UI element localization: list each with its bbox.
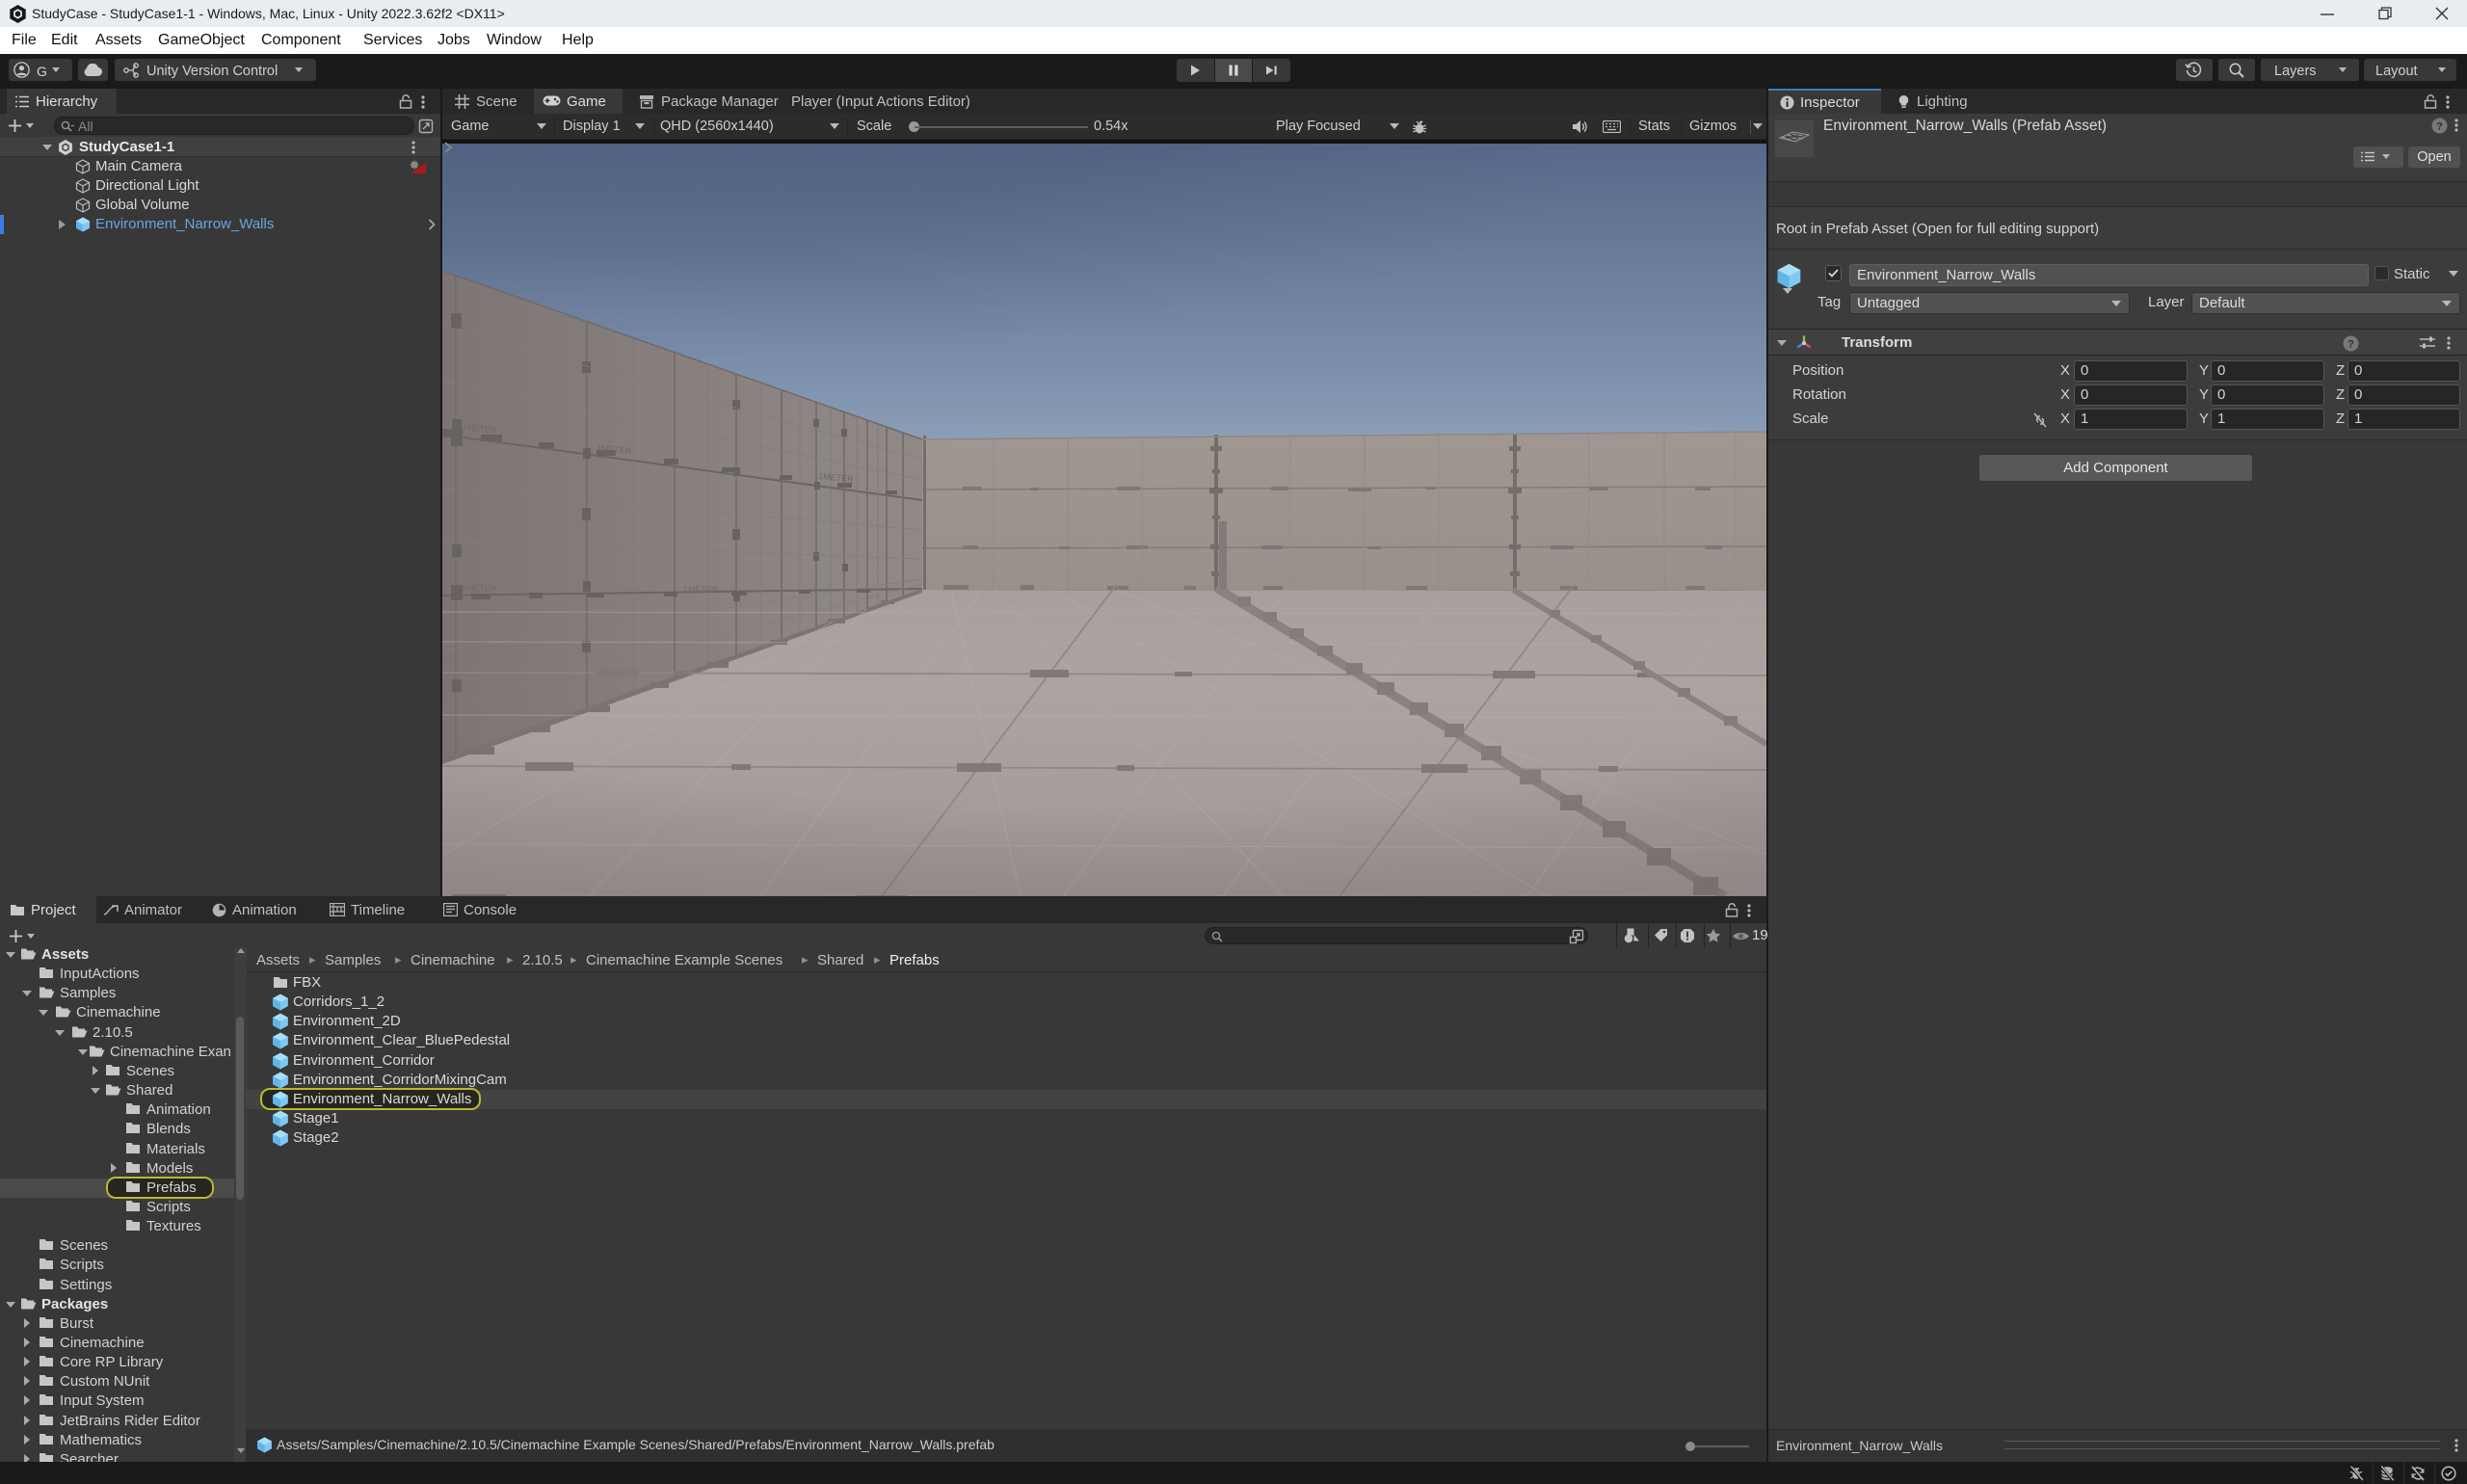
svg-text:?: ?	[2436, 121, 2443, 133]
svg-text:?: ?	[2348, 339, 2354, 351]
